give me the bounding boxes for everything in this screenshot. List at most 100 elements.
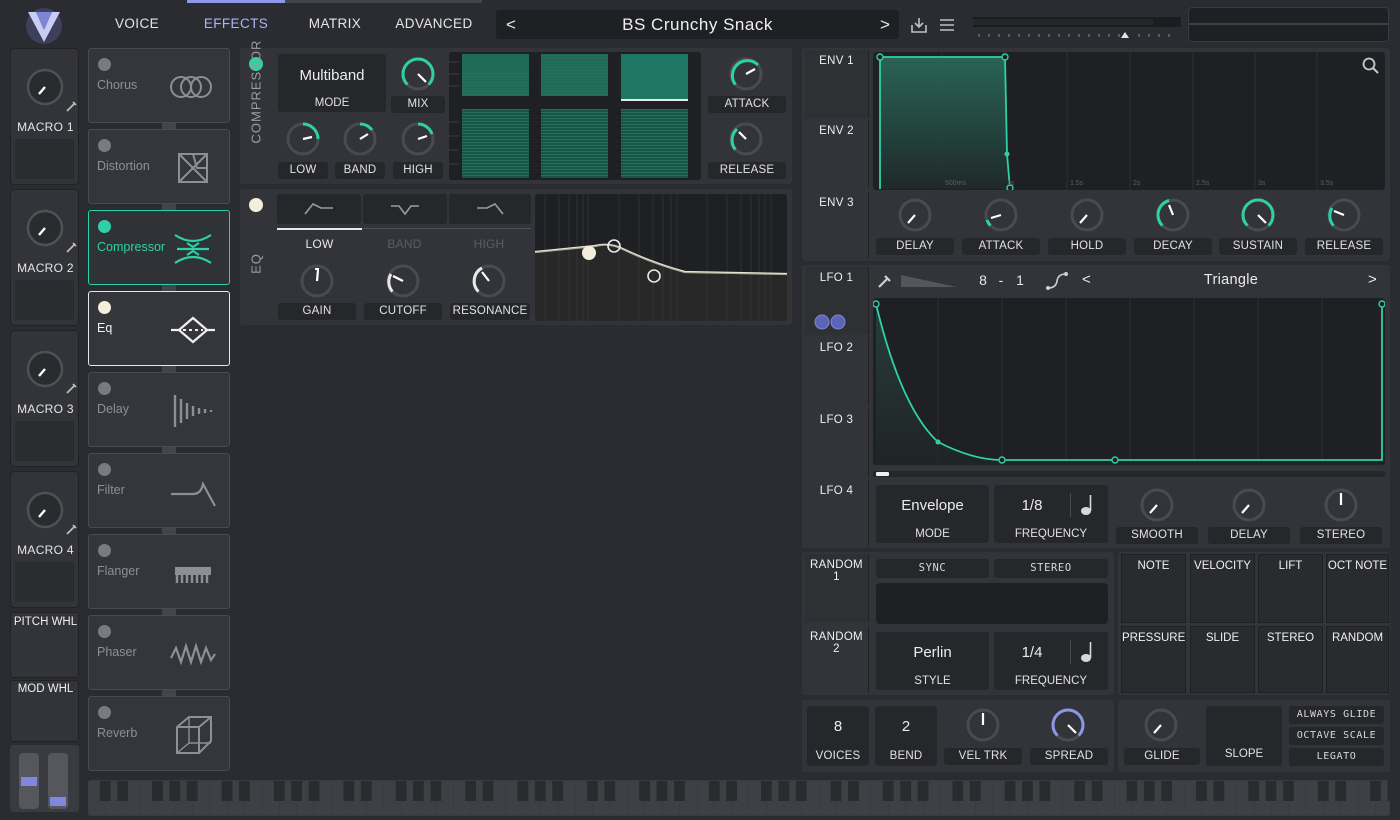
tab-effects[interactable]: EFFECTS: [187, 0, 285, 48]
curve-icon[interactable]: [1046, 272, 1068, 290]
effect-delay[interactable]: Delay: [88, 372, 230, 447]
compressor-mode-selector[interactable]: Multiband MODE: [278, 54, 386, 112]
keyboard[interactable]: [88, 780, 1390, 816]
black-key[interactable]: [169, 781, 181, 801]
mod-source-note[interactable]: NOTE: [1121, 554, 1186, 623]
effect-compressor[interactable]: Compressor: [88, 210, 230, 285]
eq-resonance-knob[interactable]: [468, 260, 510, 302]
env-delay-knob[interactable]: [894, 194, 936, 236]
compressor-low-knob[interactable]: [282, 118, 324, 160]
mod-wheel[interactable]: [48, 753, 68, 809]
eq-toggle[interactable]: [98, 301, 111, 314]
compressor-display[interactable]: [449, 52, 701, 180]
effect-eq[interactable]: Eq: [88, 291, 230, 366]
filter-toggle[interactable]: [98, 463, 111, 476]
black-key[interactable]: [552, 781, 564, 801]
black-key[interactable]: [1265, 781, 1277, 801]
pitch-wheel-source[interactable]: PITCH WHL: [10, 612, 79, 678]
black-key[interactable]: [952, 781, 964, 801]
black-key[interactable]: [1387, 781, 1390, 801]
eq-cutoff-knob[interactable]: [382, 260, 424, 302]
tab-lfo-3[interactable]: LFO 3: [805, 409, 869, 478]
macro-2[interactable]: MACRO 2: [10, 189, 79, 326]
eq-response-display[interactable]: [535, 194, 787, 321]
lfo-grid-y[interactable]: 1: [1012, 272, 1028, 288]
macro-4[interactable]: MACRO 4: [10, 471, 79, 608]
mod-source-random[interactable]: RANDOM: [1326, 626, 1389, 693]
black-key[interactable]: [1022, 781, 1033, 801]
black-key[interactable]: [273, 781, 285, 801]
eq-toggle[interactable]: [249, 198, 263, 212]
mod-source-pressure[interactable]: PRESSURE: [1121, 626, 1186, 693]
effect-filter[interactable]: Filter: [88, 453, 230, 528]
black-key[interactable]: [917, 781, 929, 801]
preset-name[interactable]: BS Crunchy Snack: [540, 10, 855, 39]
black-key[interactable]: [360, 781, 372, 801]
lfo-delay-knob[interactable]: [1228, 484, 1270, 526]
effect-chorus[interactable]: Chorus: [88, 48, 230, 123]
volume-meter[interactable]: [973, 14, 1181, 40]
black-key[interactable]: [1248, 781, 1260, 801]
chorus-toggle[interactable]: [98, 58, 111, 71]
zoom-icon[interactable]: [1362, 57, 1380, 75]
black-key[interactable]: [1161, 781, 1173, 801]
reverb-toggle[interactable]: [98, 706, 111, 719]
black-key[interactable]: [308, 781, 320, 801]
macro-1-knob[interactable]: [23, 65, 67, 109]
black-key[interactable]: [221, 781, 233, 801]
random-frequency-selector[interactable]: 1/4 FREQUENCY: [994, 632, 1108, 690]
black-key[interactable]: [152, 781, 163, 801]
tab-lfo-4[interactable]: LFO 4: [805, 480, 869, 546]
compressor-release-knob[interactable]: [725, 118, 767, 160]
lfo-frequency-selector[interactable]: 1/8 FREQUENCY: [994, 485, 1108, 543]
vital-logo[interactable]: [24, 6, 64, 46]
macro-1[interactable]: MACRO 1: [10, 48, 79, 185]
black-key[interactable]: [1126, 781, 1138, 801]
black-key[interactable]: [430, 781, 442, 801]
eq-band-band[interactable]: BAND: [362, 237, 447, 251]
black-key[interactable]: [969, 781, 981, 801]
black-key[interactable]: [1091, 781, 1103, 801]
black-key[interactable]: [708, 781, 720, 801]
distortion-toggle[interactable]: [98, 139, 111, 152]
random-style-selector[interactable]: Perlin STYLE: [876, 632, 989, 690]
black-key[interactable]: [117, 781, 129, 801]
always-glide-toggle[interactable]: ALWAYS GLIDE: [1289, 706, 1384, 724]
black-key[interactable]: [726, 781, 738, 801]
black-key[interactable]: [778, 781, 790, 801]
effect-phaser[interactable]: Phaser: [88, 615, 230, 690]
mod-source-slide[interactable]: SLIDE: [1190, 626, 1255, 693]
black-key[interactable]: [1370, 781, 1381, 801]
black-key[interactable]: [1004, 781, 1016, 801]
edit-icon[interactable]: [65, 383, 77, 395]
black-key[interactable]: [795, 781, 807, 801]
black-key[interactable]: [656, 781, 668, 801]
black-key[interactable]: [482, 781, 494, 801]
black-key[interactable]: [186, 781, 198, 801]
macro-4-knob[interactable]: [23, 488, 67, 532]
black-key[interactable]: [239, 781, 250, 801]
tab-voice[interactable]: VOICE: [88, 0, 186, 48]
tab-env-2[interactable]: ENV 2: [805, 120, 869, 188]
eq-band-button[interactable]: [363, 194, 447, 224]
black-key[interactable]: [900, 781, 912, 801]
mod-source-oct-note[interactable]: OCT NOTE: [1326, 554, 1389, 623]
save-icon[interactable]: [909, 15, 929, 35]
pencil-icon[interactable]: [877, 273, 893, 289]
random-stereo-toggle[interactable]: STEREO: [994, 559, 1108, 578]
menu-icon[interactable]: [937, 15, 957, 35]
tab-env-1[interactable]: ENV 1: [805, 50, 869, 118]
black-key[interactable]: [1196, 781, 1207, 801]
tab-random-2[interactable]: RANDOM 2: [805, 626, 869, 693]
black-key[interactable]: [517, 781, 529, 801]
mod-source-velocity[interactable]: VELOCITY: [1190, 554, 1255, 623]
lfo-grid-x[interactable]: 8: [975, 272, 991, 288]
pitch-wheel[interactable]: [19, 753, 39, 809]
smooth-slider[interactable]: [901, 273, 959, 289]
black-key[interactable]: [1317, 781, 1329, 801]
tab-advanced[interactable]: ADVANCED: [385, 0, 483, 48]
spread-knob[interactable]: [1047, 704, 1089, 746]
black-key[interactable]: [343, 781, 355, 801]
mod-wheel-source[interactable]: MOD WHL: [10, 680, 79, 742]
black-key[interactable]: [830, 781, 842, 801]
